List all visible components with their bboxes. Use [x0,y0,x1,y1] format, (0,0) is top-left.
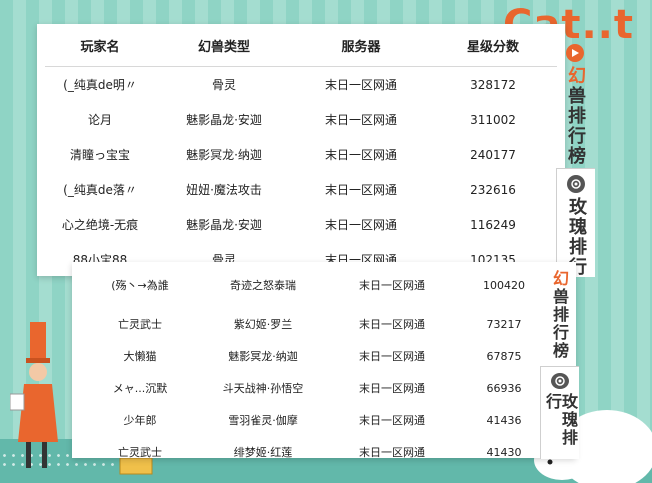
table-row: 心之绝境-无痕 魅影晶龙·安迦 末日一区网通 116249 [45,207,557,242]
header-beast-type: 幻兽类型 [155,24,293,67]
cell-beast: 紫幻姬·罗兰 [233,318,293,331]
tab-beast-ranking[interactable]: 幻兽排行榜 [556,38,594,166]
table-row: 亡灵武士 绯梦姬·红莲 末日一区网通 41430 [84,436,554,468]
cell-score: 328172 [470,77,516,92]
play-icon [566,44,584,62]
cell-score: 66936 [486,381,522,395]
tab-rose-ranking-2[interactable]: 玫瑰排行 [540,366,579,459]
ranking-tabs-bottom: 幻兽排行榜 玫瑰排行 [540,262,579,459]
leaderboard-table-top: 玩家名 幻兽类型 服务器 星级分数 (_纯真de明〃 骨灵 末日一区网通 328… [45,24,557,277]
cell-score: 41436 [486,413,522,427]
tab-rose-ranking[interactable]: 玫瑰排行 [556,168,595,277]
cell-beast: 魅影冥龙·纳迦 [228,350,298,363]
table-header-row: 玩家名 幻兽类型 服务器 星级分数 [45,24,557,67]
cell-server: 末日一区网通 [324,148,397,162]
table-row: 少年郎 雪羽雀灵·伽摩 末日一区网通 41436 [84,404,554,436]
cell-player: 亡灵武士 [118,446,162,459]
cell-beast: 绯梦姬·红莲 [233,446,293,459]
cell-beast: 雪羽雀灵·伽摩 [228,414,298,427]
table-row: 大懒猫 魅影冥龙·纳迦 末日一区网通 67875 [84,340,554,372]
table-row: (殇丶→為誰 奇迹之怒泰瑞 末日一区网通 100420 [84,262,554,308]
table-row: 论月 魅影晶龙·安迦 末日一区网通 311002 [45,102,557,137]
table-row: 亡灵武士 紫幻姬·罗兰 末日一区网通 73217 [84,308,554,340]
tab-beast-ranking-2[interactable]: 幻兽排行榜 [540,266,578,360]
cell-player: 论月 [87,113,112,127]
table-row: メャ...沉默 斗天战神·孙悟空 末日一区网通 66936 [84,372,554,404]
header-player: 玩家名 [45,24,155,67]
tab-label: 玫瑰排行 [543,393,578,448]
table-row: 清瞳っ宝宝 魅影冥龙·纳迦 末日一区网通 240177 [45,137,557,172]
cell-score: 311002 [470,112,516,127]
cell-score: 240177 [470,147,516,162]
cell-player: (_纯真de落〃 [63,183,137,197]
header-server: 服务器 [293,24,429,67]
cell-server: 末日一区网通 [324,78,397,92]
cell-server: 末日一区网通 [359,279,425,292]
cell-beast: 魅影晶龙·安迦 [186,113,262,127]
ranking-tabs-top: 幻兽排行榜 玫瑰排行 [556,24,596,277]
cell-player: (殇丶→為誰 [111,279,169,292]
cell-server: 末日一区网通 [359,446,425,459]
tab-label: 幻兽排行榜 [550,270,569,360]
cell-player: 心之绝境-无痕 [61,218,139,232]
leaderboard-table-bottom: (殇丶→為誰 奇迹之怒泰瑞 末日一区网通 100420 亡灵武士 紫幻姬·罗兰 … [84,262,554,468]
cell-score: 232616 [470,182,516,197]
header-score: 星级分数 [429,24,557,67]
character-illustration [10,322,58,468]
cell-server: 末日一区网通 [359,350,425,363]
cell-score: 67875 [486,349,522,363]
cell-player: メャ...沉默 [112,382,168,395]
cell-server: 末日一区网通 [324,183,397,197]
leaderboard-panel-top: 玩家名 幻兽类型 服务器 星级分数 (_纯真de明〃 骨灵 末日一区网通 328… [37,24,565,276]
cell-server: 末日一区网通 [359,414,425,427]
rose-icon [567,175,585,193]
rose-icon [551,373,569,390]
cell-server: 末日一区网通 [324,218,397,232]
table-row: (_纯真de落〃 妞妞·魔法攻击 末日一区网通 232616 [45,172,557,207]
cell-player: (_纯真de明〃 [63,78,137,92]
cell-beast: 斗天战神·孙悟空 [222,382,304,395]
cell-player: 大懒猫 [123,350,157,363]
cell-beast: 妞妞·魔法攻击 [186,183,262,197]
cell-score: 100420 [483,278,525,292]
cell-beast: 奇迹之怒泰瑞 [230,279,296,292]
leaderboard-panel-bottom: (殇丶→為誰 奇迹之怒泰瑞 末日一区网通 100420 亡灵武士 紫幻姬·罗兰 … [72,262,576,459]
cell-server: 末日一区网通 [359,318,425,331]
cell-beast: 魅影冥龙·纳迦 [186,148,262,162]
tab-label: 幻兽排行榜 [565,66,586,166]
cell-player: 清瞳っ宝宝 [69,148,130,162]
cell-player: 少年郎 [123,414,157,427]
cell-beast: 魅影晶龙·安迦 [186,218,262,232]
cell-score: 41430 [486,445,522,459]
cell-score: 73217 [486,317,522,331]
cell-server: 末日一区网通 [359,382,425,395]
cell-server: 末日一区网通 [324,113,397,127]
cell-score: 116249 [470,217,516,232]
cell-beast: 骨灵 [211,78,236,92]
cell-player: 亡灵武士 [118,318,162,331]
table-row: (_纯真de明〃 骨灵 末日一区网通 328172 [45,67,557,103]
